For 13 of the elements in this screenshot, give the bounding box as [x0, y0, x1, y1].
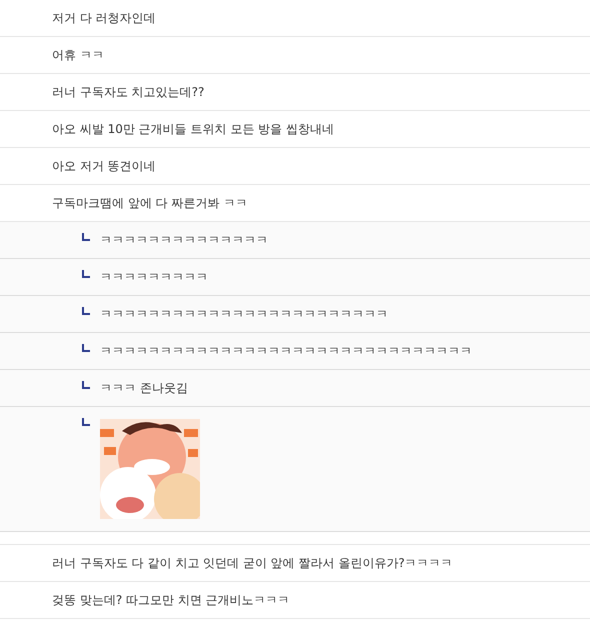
reply-text: ㅋㅋㅋㅋㅋㅋㅋㅋㅋㅋㅋㅋㅋㅋㅋㅋㅋㅋㅋㅋㅋㅋㅋㅋㅋㅋㅋㅋㅋㅋㅋ: [100, 343, 472, 360]
comment-text: 어휴 ㅋㅋ: [52, 46, 104, 64]
comment-text: 러너 구독자도 다 같이 치고 잇던데 굳이 앞에 짤라서 올린이유가?ㅋㅋㅋㅋ: [52, 554, 453, 572]
reply-text: ㅋㅋㅋㅋㅋㅋㅋㅋㅋㅋㅋㅋㅋㅋㅋㅋㅋㅋㅋㅋㅋㅋㅋㅋ: [100, 306, 388, 323]
comment-text: 저거 다 러청자인데: [52, 10, 156, 26]
comment-text: 구독마크땜에 앞에 다 짜른거봐 ㅋㅋ: [52, 194, 248, 212]
reply-text: ㅋㅋㅋㅋㅋㅋㅋㅋㅋ: [100, 269, 208, 286]
comment-text: 아오 저거 똥견이네: [52, 158, 156, 174]
reply-text: ㅋㅋㅋ 존나웃김: [100, 380, 188, 397]
reply-text: ㅋㅋㅋㅋㅋㅋㅋㅋㅋㅋㅋㅋㅋㅋ: [100, 232, 268, 249]
comment-text: 아오 씨발 10만 근개비들 트위치 모든 방을 씹창내네: [52, 120, 334, 138]
comment-text: 겆똥 맞는데? 따그모만 치면 근개비노ㅋㅋㅋ: [52, 592, 290, 608]
comment-text: 러너 구독자도 치고있는데??: [52, 84, 204, 100]
